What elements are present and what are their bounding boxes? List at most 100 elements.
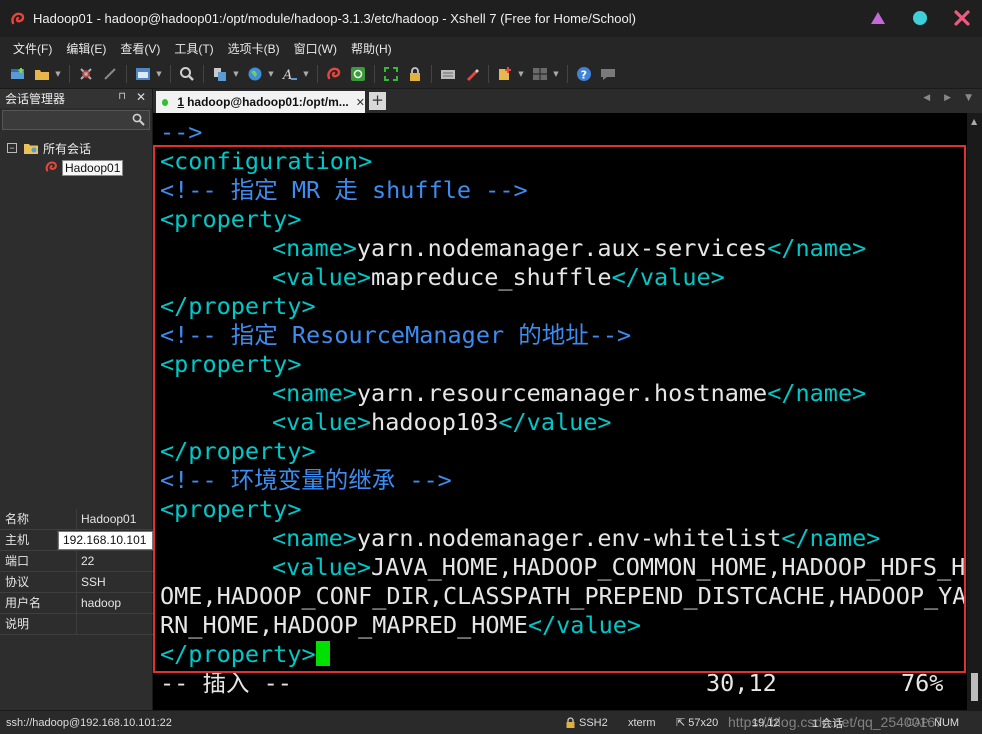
globe-icon[interactable] [245,64,265,84]
terminal-line: </property> [160,640,330,669]
vim-scroll-percent: 76% [901,669,944,697]
panel-close-icon[interactable]: ✕ [136,90,146,104]
terminal-size-status: ⇱ 57x20 [676,716,719,730]
xml-tag: <value> [272,408,372,436]
terminal-size: 57x20 [688,716,719,729]
folder-icon [24,142,38,154]
tree-root-all-sessions[interactable]: − 所有会话 [0,138,152,158]
property-row: 说明 [0,614,153,635]
toolbar-separator [431,64,432,83]
xshell-icon[interactable] [324,64,344,84]
xml-tag: <value> [272,263,372,291]
transfer-icon[interactable] [210,64,230,84]
help-icon[interactable]: ? [574,64,594,84]
search-icon[interactable] [132,113,145,129]
menu-help[interactable]: 帮助(H) [344,40,399,57]
compose-dropdown-icon[interactable]: ▼ [517,64,525,84]
xml-tag: </value> [498,408,612,436]
tab-label: hadoop@hadoop01:/opt/m... [187,95,349,109]
lock-icon[interactable] [405,64,425,84]
terminal-line: <value>mapreduce_shuffle</value> [272,263,725,292]
keyboard-icon[interactable] [438,64,458,84]
window-dropdown-icon[interactable]: ▼ [155,64,163,84]
session-manager-title: 会话管理器 [5,92,66,106]
font-icon[interactable]: A [280,64,300,84]
scrollbar-thumb[interactable] [971,673,978,701]
terminal-line: <value>hadoop103</value> [272,408,612,437]
tab-close-icon[interactable]: ✕ [356,96,365,109]
close-button[interactable] [952,8,972,28]
menu-view[interactable]: 查看(V) [113,40,167,57]
tab-number: 1 [177,95,185,109]
menu-file[interactable]: 文件(F) [6,40,59,57]
disconnect-icon[interactable] [76,64,96,84]
property-value-selected[interactable]: 192.168.10.101 [58,531,153,550]
xml-tag: </name> [781,524,881,552]
terminal-output[interactable]: --> <configuration> <!-- 指定 MR 走 shuffle… [153,113,967,710]
svg-text:?: ? [581,68,587,81]
property-value: 22 [81,554,95,568]
property-value: SSH [81,575,106,589]
terminal-line: <configuration> [160,147,373,175]
xml-tag: <name> [272,379,357,407]
pin-icon[interactable]: ⊓ [118,91,126,102]
xftp-icon[interactable] [348,64,368,84]
xml-tag: </name> [767,234,867,262]
transfer-dropdown-icon[interactable]: ▼ [232,64,240,84]
tab-list-dropdown-icon[interactable]: ▼ [965,93,972,103]
scroll-up-icon[interactable]: ▲ [971,117,977,126]
menu-bar: 文件(F) 编辑(E) 查看(V) 工具(T) 选项卡(B) 窗口(W) 帮助(… [0,37,982,59]
menu-tabs[interactable]: 选项卡(B) [221,40,287,57]
tree-root-label: 所有会话 [43,141,92,156]
compose-icon[interactable] [495,64,515,84]
maximize-button[interactable] [910,8,930,28]
reconnect-icon[interactable] [100,64,120,84]
session-properties-table: 名称 Hadoop01 主机 192.168.10.101 端口 22 协议 S… [0,509,153,635]
toolbar-separator [488,64,489,83]
terminal-line: --> [160,118,203,146]
new-tab-button[interactable]: + [369,92,386,110]
find-icon[interactable] [177,64,197,84]
session-icon [44,160,59,177]
xml-tag: <name> [272,234,357,262]
new-window-icon[interactable] [133,64,153,84]
resize-icon: ⇱ [676,717,686,729]
open-dropdown-icon[interactable]: ▼ [54,64,62,84]
tab-session-1[interactable]: 1 hadoop@hadoop01:/opt/m... ✕ [156,91,365,113]
chat-icon[interactable] [598,64,618,84]
property-key: 协议 [0,572,77,592]
toolbar-separator [170,64,171,83]
collapse-toggle-icon[interactable]: − [7,143,17,153]
tree-item-session[interactable]: Hadoop01 [0,158,152,178]
terminal-line: <property> [160,350,302,378]
menu-tools[interactable]: 工具(T) [167,40,220,57]
new-session-icon[interactable] [8,64,28,84]
xml-text: JAVA_HOME,HADOOP_COMMON_HOME,HADOOP_HDFS… [371,553,966,581]
xml-tag: </value> [611,263,725,291]
toolbar-separator [374,64,375,83]
vim-cursor-position: 30,12 [706,669,777,697]
open-folder-icon[interactable] [32,64,52,84]
tab-scroll-right-icon[interactable]: ▶ [944,93,951,103]
protocol-label: SSH2 [579,716,608,729]
tab-scroll-left-icon[interactable]: ◀ [923,93,930,103]
font-dropdown-icon[interactable]: ▼ [302,64,310,84]
session-search-input[interactable] [2,110,150,130]
globe-dropdown-icon[interactable]: ▼ [267,64,275,84]
xml-tag: </value> [527,611,642,639]
tree-item-session-label: Hadoop01 [62,160,124,176]
tile-icon[interactable] [530,64,550,84]
menu-window[interactable]: 窗口(W) [287,40,344,57]
svg-text:A: A [282,68,292,82]
menu-edit[interactable]: 编辑(E) [59,40,113,57]
xml-text: yarn.resourcemanager.hostname [356,379,768,407]
session-manager-header: 会话管理器 ⊓ ✕ [0,89,152,108]
fullscreen-icon[interactable] [381,64,401,84]
terminal-scrollbar[interactable]: ▲ [967,113,982,710]
minimize-button[interactable] [868,8,888,28]
highlight-icon[interactable] [462,64,482,84]
toolbar-separator [317,64,318,83]
terminal-comment-line: <!-- 指定 MR 走 shuffle --> [160,176,528,204]
tile-dropdown-icon[interactable]: ▼ [552,64,560,84]
terminal-line: </property> [160,292,316,320]
